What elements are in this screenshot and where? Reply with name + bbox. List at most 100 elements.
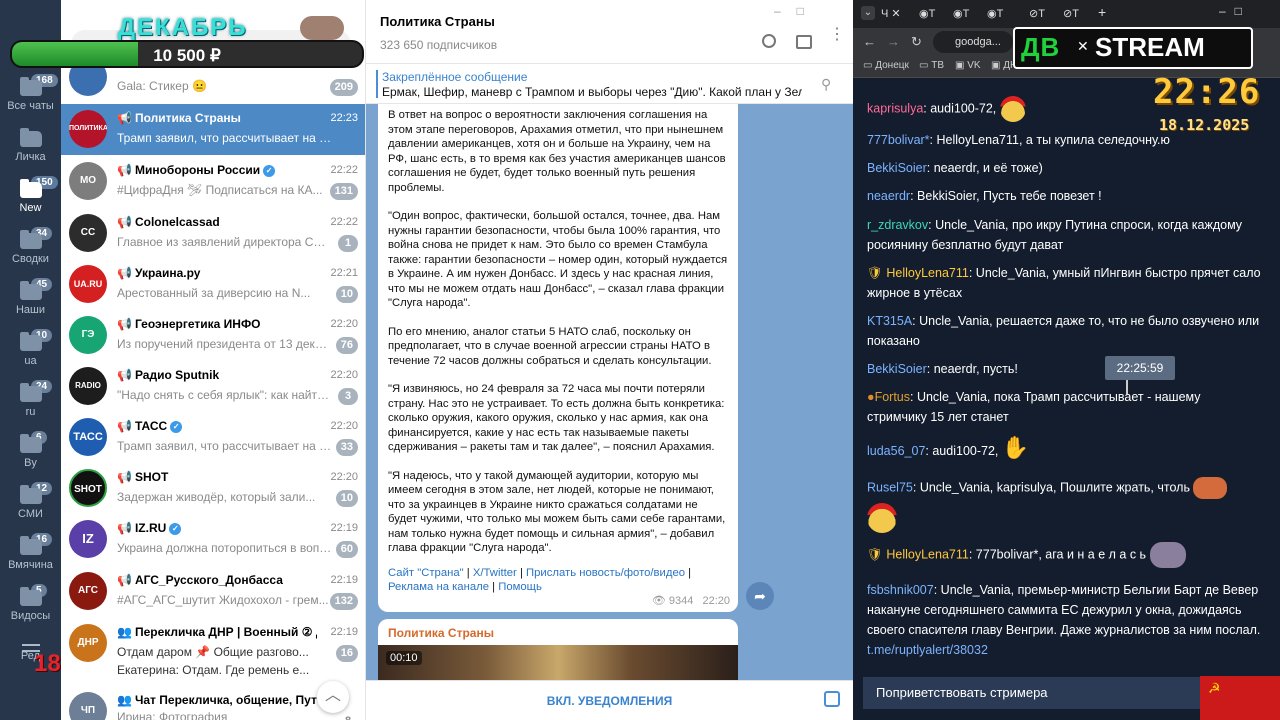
- browser-tab[interactable]: ◉Т: [987, 4, 1017, 24]
- folder-rail: 168 Все чаты Личка 150 New 34 Сводки 45 …: [0, 0, 75, 720]
- unread-badge: 10: [335, 286, 358, 303]
- chat-name: 📢 ТАСС ✓: [117, 419, 317, 433]
- channel-icon: 📢: [117, 266, 132, 280]
- window-controls[interactable]: –□: [1219, 4, 1273, 18]
- channel-icon: 📢: [117, 419, 132, 433]
- chat-message: fsbshnik007: Uncle_Vania, премьер-минист…: [867, 583, 1261, 657]
- chat-nick[interactable]: Rusel75: [867, 480, 913, 494]
- notification-bar[interactable]: ВКЛ. УВЕДОМЛЕНИЯ: [366, 680, 853, 720]
- chat-row-shot[interactable]: SHOT 📢 SHOT 22:20 Задержан живодёр, котор…: [61, 463, 365, 514]
- chat-nick[interactable]: HelloyLena711: [886, 547, 968, 561]
- browser-tab[interactable]: Ч ✕: [881, 4, 911, 24]
- bookmark-item[interactable]: ▣ VK: [955, 60, 981, 71]
- chat-nick[interactable]: fsbshnik007: [867, 583, 934, 597]
- folder-all-chats[interactable]: 168 Все чаты: [0, 74, 61, 112]
- chat-name: 📢 Украина.ру: [117, 266, 317, 280]
- link-ads[interactable]: Реклама на канале: [388, 581, 489, 593]
- sidebar-toggle-icon[interactable]: [796, 35, 812, 49]
- chat-header[interactable]: Политика Страны 323 650 подписчиков ⋮ –□: [366, 0, 853, 64]
- forward-icon[interactable]: →: [887, 34, 900, 49]
- chat-nick[interactable]: kaprisulya: [867, 101, 923, 115]
- folder-icon: [19, 332, 42, 351]
- browser-tab[interactable]: ◉Т: [919, 4, 949, 24]
- link-twitter[interactable]: X/Twitter: [473, 567, 517, 579]
- chat-time: 22:19: [330, 522, 358, 534]
- chat-nick[interactable]: Fortus: [875, 390, 910, 404]
- chat-nick[interactable]: r_zdravkov: [867, 218, 928, 232]
- more-options-icon[interactable]: ⋮: [829, 27, 845, 43]
- chat-row-ukraina-ru[interactable]: UA.RU 📢 Украина.ру 22:21 Арестованный за …: [61, 259, 365, 310]
- folder-ru[interactable]: 24 ru: [0, 380, 61, 418]
- chat-row-politika-strany[interactable]: ПОЛИТИКА 📢 Политика Страны 22:23 Трамп за…: [61, 104, 365, 155]
- chat-avatar: АГС: [69, 572, 107, 610]
- cookie-badge-icon: ●: [867, 390, 875, 404]
- folder-videos[interactable]: 5 Видосы: [0, 584, 61, 622]
- chat-text: audi100-72,: [930, 101, 997, 116]
- browser-window: ⌄ Ч ✕ ◉Т ◉Т ◉Т ⊘Т ⊘Т + –□ ← → ↻ goodga..…: [853, 0, 1280, 720]
- chat-row-radio-sputnik[interactable]: RADIO 📢 Радио Sputnik 22:20 "Надо снять с…: [61, 361, 365, 412]
- link-site[interactable]: Сайт "Страна": [388, 567, 464, 579]
- chat-preview: Главное из заявлений директора СВР Р...: [117, 235, 332, 249]
- goal-amount: 10 500 ₽: [153, 46, 221, 65]
- chat-row-ags-donbass[interactable]: АГС 📢 АГС_Русского_Донбасса 22:19 #АГС_АГ…: [61, 566, 365, 617]
- santa-emote-icon: [999, 96, 1026, 122]
- chat-message: 🛡 HelloyLena711: 777bolivar*, ага и н а …: [867, 542, 1262, 568]
- folder-personal[interactable]: Личка: [0, 128, 61, 163]
- bookmark-item[interactable]: ▭ Донецк: [863, 60, 909, 71]
- message-links: Сайт "Страна" | X/Twitter | Прислать нов…: [388, 566, 692, 594]
- browser-tab[interactable]: ⊘Т: [1029, 4, 1059, 24]
- folder-by[interactable]: 6 By: [0, 431, 61, 469]
- pinned-message-bar[interactable]: Закреплённое сообщение Ермак, Шефир, ман…: [366, 64, 853, 104]
- folder-svodki[interactable]: 34 Сводки: [0, 227, 61, 265]
- chat-preview: "Надо снять с себя ярлык": как найти ...: [117, 388, 332, 402]
- reload-icon[interactable]: ↻: [911, 34, 922, 50]
- chat-nick[interactable]: BekkiSoier: [867, 362, 927, 376]
- message-bubble: В ответ на вопрос о вероятности заключен…: [378, 104, 738, 612]
- pin-icon[interactable]: ⚲: [821, 76, 831, 93]
- chat-text: Uncle_Vania, решается даже то, что не бы…: [867, 314, 1260, 348]
- browser-tab[interactable]: ◉Т: [953, 4, 983, 24]
- chat-nick[interactable]: 777bolivar*: [867, 133, 930, 147]
- folder-label: New: [19, 202, 42, 214]
- link-send-news[interactable]: Прислать новость/фото/видео: [526, 567, 685, 579]
- chat-nick[interactable]: neaerdr: [867, 189, 910, 203]
- stream-date: 18.12.2025: [1159, 116, 1250, 134]
- url-input[interactable]: goodga...: [933, 31, 1013, 53]
- chat-preview: Отдам даром 📌 Общие разгово...: [117, 645, 309, 659]
- scroll-up-button[interactable]: ︿: [317, 681, 349, 713]
- new-tab-icon[interactable]: +: [1098, 4, 1106, 20]
- window-controls[interactable]: –□: [774, 4, 840, 20]
- chat-time: 22:20: [330, 420, 358, 432]
- chat-nick[interactable]: luda56_07: [867, 444, 925, 458]
- notifications-toggle[interactable]: ВКЛ. УВЕДОМЛЕНИЯ: [366, 694, 853, 708]
- link-help[interactable]: Помощь: [498, 581, 542, 593]
- unread-badge: 1: [338, 235, 358, 252]
- folder-vmyachina[interactable]: 16 Вмячина: [0, 533, 61, 571]
- browser-tab[interactable]: ⊘Т: [1063, 4, 1093, 24]
- chat-nick[interactable]: BekkiSoier: [867, 161, 927, 175]
- bookmark-item[interactable]: ▭ ТВ: [919, 60, 944, 71]
- chat-row-iz-ru[interactable]: IZ 📢 IZ.RU ✓ 22:19 Украина должна поторопи…: [61, 514, 365, 565]
- chat-row-pereklichka-dnr[interactable]: ДНР 👥Перекличка ДНР | Военный ② До... 22…: [61, 618, 365, 686]
- pinned-label: Закреплённое сообщение: [382, 70, 528, 84]
- chat-link[interactable]: t.me/ruptlyalert/38032: [867, 643, 988, 657]
- search-icon[interactable]: [762, 34, 776, 48]
- gift-icon[interactable]: [824, 691, 840, 707]
- chat-row-colonelcassad[interactable]: CC 📢 Colonelcassad 22:22 Главное из заявл…: [61, 208, 365, 259]
- chat-nick[interactable]: KT315A: [867, 314, 912, 328]
- chat-nick[interactable]: HelloyLena711: [886, 266, 968, 280]
- back-icon[interactable]: ←: [863, 34, 876, 49]
- chat-avatar: ГЭ: [69, 316, 107, 354]
- chat-row-minoborony[interactable]: МО 📢 Минобороны России ✓ 22:22 #ЦифраДня 🛩…: [61, 156, 365, 207]
- folder-ua[interactable]: 10 ua: [0, 329, 61, 367]
- tab-search-button[interactable]: ⌄: [861, 6, 875, 20]
- forward-button[interactable]: ➦: [746, 582, 774, 610]
- folder-icon: [19, 281, 42, 300]
- chat-row-geoenergetika[interactable]: ГЭ 📢 Геоэнергетика ИНФО 22:20 Из поручени…: [61, 310, 365, 361]
- folder-new[interactable]: 150 New: [0, 176, 61, 214]
- folder-smi[interactable]: 12 СМИ: [0, 482, 61, 520]
- folder-nashi[interactable]: 45 Наши: [0, 278, 61, 316]
- chat-row-tass[interactable]: ТАСС 📢 ТАСС ✓ 22:20 Трамп заявил, что расс…: [61, 412, 365, 463]
- chat-time: 22:21: [330, 267, 358, 279]
- chat-preview-second: Екатерина: Отдам. Где ремень е...: [117, 663, 310, 677]
